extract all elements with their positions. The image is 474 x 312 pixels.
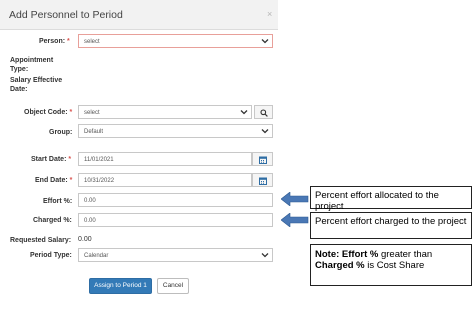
object-code-select-value: select: [84, 109, 100, 116]
effort-label: Effort %:: [43, 197, 72, 206]
search-icon: [260, 109, 268, 117]
add-personnel-modal: Add Personnel to Period × Person: * sele…: [0, 0, 278, 312]
period-type-label-text: Period Type:: [30, 252, 72, 259]
assign-to-period-button[interactable]: Assign to Period 1: [89, 278, 152, 294]
period-type-select[interactable]: Calendar: [78, 248, 273, 262]
required-mark: *: [68, 156, 72, 163]
end-date-label: End Date: *: [35, 176, 72, 185]
charged-label-text: Charged %:: [33, 217, 72, 224]
note-text-greater: greater than: [378, 249, 433, 260]
charged-value: 0.00: [84, 217, 96, 224]
requested-salary-label-text: Requested Salary:: [10, 237, 72, 244]
effort-callout-text: Percent effort allocated to the project: [315, 190, 439, 212]
modal-title: Add Personnel to Period: [9, 9, 123, 21]
chevron-down-icon: [240, 110, 248, 115]
end-date-calendar-button[interactable]: [252, 173, 273, 187]
person-label-text: Person:: [39, 38, 66, 45]
salary-effective-line1: Salary Effective: [10, 77, 63, 84]
start-date-label: Start Date: *: [31, 155, 71, 164]
start-date-label-text: Start Date:: [31, 156, 67, 163]
left-arrow-icon: [281, 213, 309, 227]
required-mark: *: [69, 177, 73, 184]
note-line2: Charged % is Cost Share: [315, 260, 467, 271]
group-select-value: Default: [84, 128, 104, 135]
appointment-type-line1: Appointment: [10, 57, 54, 64]
charged-label: Charged %:: [33, 216, 72, 225]
object-code-search-button[interactable]: [254, 105, 273, 119]
person-label: Person: *: [39, 37, 70, 46]
modal-header: Add Personnel to Period ×: [0, 0, 278, 30]
object-code-select[interactable]: select: [78, 105, 252, 119]
cancel-button[interactable]: Cancel: [157, 278, 189, 294]
required-mark: *: [69, 109, 73, 116]
effort-label-text: Effort %:: [43, 198, 73, 205]
object-code-label-text: Object Code:: [24, 109, 68, 116]
close-icon[interactable]: ×: [267, 9, 272, 19]
charged-input[interactable]: 0.00: [78, 213, 273, 227]
start-date-calendar-button[interactable]: [252, 152, 273, 166]
chevron-down-icon: [261, 39, 269, 44]
calendar-icon: [259, 156, 267, 164]
effort-callout: Percent effort allocated to the project: [310, 186, 472, 212]
period-type-label: Period Type:: [30, 251, 72, 260]
start-date-input[interactable]: 11/01/2021: [78, 152, 252, 166]
effort-value: 0.00: [84, 197, 96, 204]
note-text-cost-share: is Cost Share: [364, 260, 425, 271]
effort-input[interactable]: 0.00: [78, 193, 273, 207]
appointment-type-label: Appointment Type:: [10, 56, 53, 74]
person-select-value: select: [84, 38, 100, 45]
calendar-icon: [259, 177, 267, 185]
cost-share-note: Note: Effort % greater than Charged % is…: [310, 244, 472, 286]
left-arrow-icon: [281, 192, 309, 206]
chevron-down-icon: [261, 253, 269, 258]
required-mark: *: [67, 38, 70, 45]
note-bold-effort: Note: Effort %: [315, 249, 379, 260]
end-date-value: 10/31/2022: [84, 177, 115, 184]
requested-salary-value: 0.00: [78, 236, 92, 243]
chevron-down-icon: [261, 129, 269, 134]
charged-callout: Percent effort charged to the project: [310, 212, 472, 239]
salary-effective-date-label: Salary Effective Date:: [10, 76, 62, 94]
start-date-value: 11/01/2021: [84, 156, 114, 163]
object-code-label: Object Code: *: [24, 108, 72, 117]
period-type-select-value: Calendar: [84, 252, 109, 259]
group-label: Group:: [49, 128, 72, 137]
group-select[interactable]: Default: [78, 124, 273, 138]
end-date-label-text: End Date:: [35, 177, 68, 184]
person-select[interactable]: select: [78, 34, 273, 48]
note-line1: Note: Effort % greater than: [315, 249, 467, 260]
appointment-type-line2: Type:: [10, 66, 29, 73]
salary-effective-line2: Date:: [10, 86, 28, 93]
group-label-text: Group:: [49, 129, 73, 136]
end-date-input[interactable]: 10/31/2022: [78, 173, 252, 187]
charged-callout-text: Percent effort charged to the project: [315, 216, 467, 227]
requested-salary-label: Requested Salary:: [10, 236, 71, 245]
note-bold-charged: Charged %: [315, 260, 365, 271]
